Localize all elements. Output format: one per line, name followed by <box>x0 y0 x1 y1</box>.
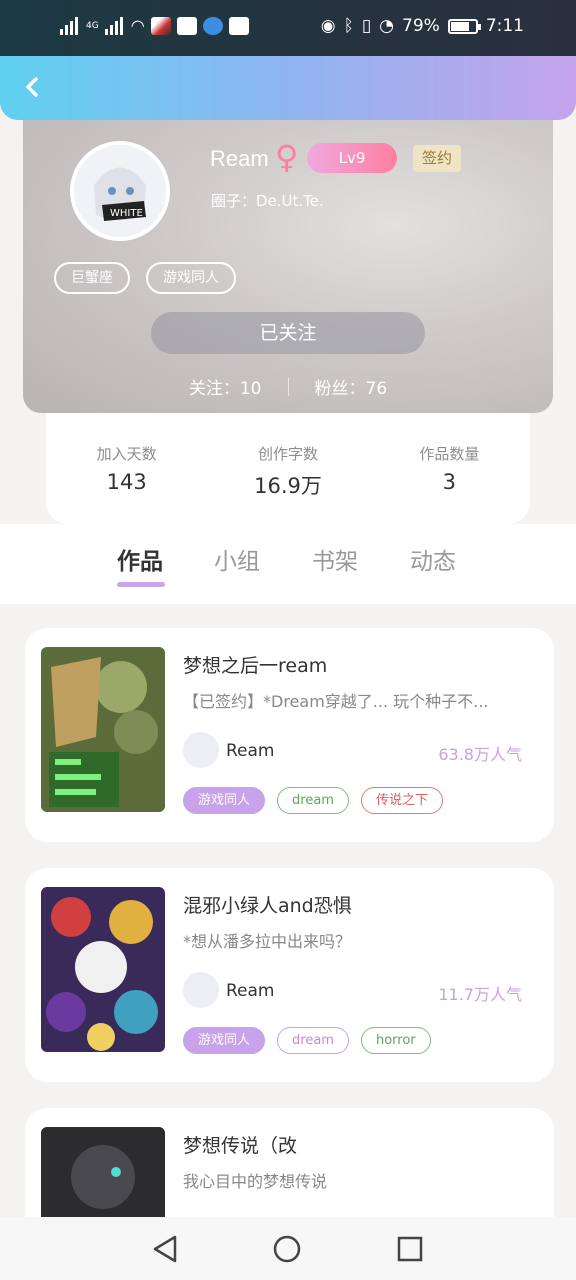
status-bar: 4G ◠ ◉ ᛒ ▯ ◔ 79% 7:11 <box>0 0 576 56</box>
tab-groups[interactable]: 小组 <box>214 542 260 576</box>
tab-bookshelf[interactable]: 书架 <box>312 542 358 576</box>
work-cover[interactable] <box>41 887 165 1052</box>
stat-label: 创作字数 <box>257 445 318 463</box>
eye-icon: ◉ <box>320 16 336 36</box>
tab-activity[interactable]: 动态 <box>410 542 456 576</box>
back-triangle-icon[interactable] <box>152 1235 178 1263</box>
stat-label: 加入天数 <box>96 445 157 463</box>
work-tags: 游戏同人 dream horror <box>183 1027 431 1054</box>
work-description: 我心目中的梦想传说 <box>183 1172 328 1191</box>
browser-icon <box>202 16 223 35</box>
stats-panel: 加入天数 143 创作字数 16.9万 作品数量 3 <box>46 405 530 524</box>
stat-label: 作品数量 <box>419 445 480 463</box>
home-circle-icon[interactable] <box>273 1235 301 1263</box>
work-title[interactable]: 混邪小绿人and恐惧 <box>183 891 352 918</box>
stat-value: 16.9万 <box>254 474 322 498</box>
profile-tag[interactable]: 巨蟹座 <box>54 262 130 294</box>
stat-value: 3 <box>442 470 456 494</box>
author-avatar <box>183 732 219 768</box>
profile-tag[interactable]: 游戏同人 <box>146 262 236 294</box>
work-title[interactable]: 梦想之后一ream <box>183 651 327 678</box>
svg-text:WHITE: WHITE <box>110 208 143 219</box>
wifi-icon: ◠ <box>130 16 145 35</box>
app-notification-icon <box>150 16 171 35</box>
header-bar <box>0 56 576 120</box>
follow-button[interactable]: 已关注 <box>151 312 425 354</box>
recents-square-icon[interactable] <box>397 1236 423 1262</box>
female-icon: ♀ <box>275 138 299 176</box>
mail-icon <box>228 16 249 35</box>
active-tab-indicator <box>117 582 165 587</box>
vibrate-icon: ▯ <box>361 16 372 36</box>
chevron-left-icon <box>26 77 38 97</box>
stat-join-days: 加入天数 143 <box>46 405 207 524</box>
author-name: Ream <box>226 741 275 761</box>
circle-label[interactable]: 圈子：De.Ut.Te. <box>211 190 324 211</box>
back-button[interactable] <box>18 72 46 102</box>
work-card[interactable]: 梦想之后一ream 【已签约】*Dream穿越了... 玩个种子不... Rea… <box>25 628 554 842</box>
tab-works[interactable]: 作品 <box>117 542 163 576</box>
following-count[interactable]: 关注：10 <box>189 374 262 399</box>
work-tag[interactable]: 游戏同人 <box>183 787 266 814</box>
stat-value: 143 <box>106 470 147 494</box>
system-nav-bar <box>0 1217 576 1280</box>
stat-word-count: 创作字数 16.9万 <box>207 405 368 524</box>
tab-bar: 作品 小组 书架 动态 <box>0 524 576 604</box>
follow-counts: 关注：10 粉丝：76 <box>23 374 553 399</box>
divider <box>287 377 289 396</box>
work-tag[interactable]: 游戏同人 <box>183 1027 266 1054</box>
avatar-image: WHITE <box>74 145 166 237</box>
data-saver-icon: ◔ <box>379 16 395 36</box>
battery-icon <box>447 18 481 34</box>
work-tag[interactable]: dream <box>277 787 349 814</box>
signal-icon <box>104 16 125 35</box>
bluetooth-icon: ᛒ <box>343 16 354 36</box>
work-tag[interactable]: 传说之下 <box>360 787 443 814</box>
profile-tags: 巨蟹座 游戏同人 <box>54 262 236 294</box>
signed-badge: 签约 <box>413 145 461 172</box>
author-avatar <box>183 972 219 1008</box>
work-description: 【已签约】*Dream穿越了... 玩个种子不... <box>183 692 489 711</box>
avatar[interactable]: WHITE <box>70 141 170 241</box>
work-description: *想从潘多拉中出来吗？ <box>183 932 352 951</box>
profile-card: WHITE Ream ♀ Lv9 签约 圈子：De.Ut.Te. 巨蟹座 游戏同… <box>23 100 553 413</box>
fans-count[interactable]: 粉丝：76 <box>315 374 388 399</box>
author-name: Ream <box>226 981 275 1001</box>
battery-percent: 79% <box>402 16 440 36</box>
clock: 7:11 <box>485 16 524 36</box>
level-badge: Lv9 <box>307 143 397 173</box>
work-tag[interactable]: dream <box>277 1027 349 1054</box>
work-card[interactable]: 混邪小绿人and恐惧 *想从潘多拉中出来吗？ Ream 11.7万人气 游戏同人… <box>25 868 554 1082</box>
popularity: 63.8万人气 <box>438 745 522 764</box>
work-cover[interactable] <box>41 647 165 812</box>
signal-icon <box>60 16 80 35</box>
work-title[interactable]: 梦想传说（改 <box>183 1131 297 1158</box>
work-tag[interactable]: horror <box>360 1027 431 1054</box>
popularity: 11.7万人气 <box>438 985 522 1004</box>
work-tags: 游戏同人 dream 传说之下 <box>183 787 443 814</box>
mail-icon <box>176 16 197 35</box>
profile-name: Ream <box>210 146 269 171</box>
network-type-label: 4G <box>86 20 99 31</box>
stat-works-count: 作品数量 3 <box>369 405 530 524</box>
